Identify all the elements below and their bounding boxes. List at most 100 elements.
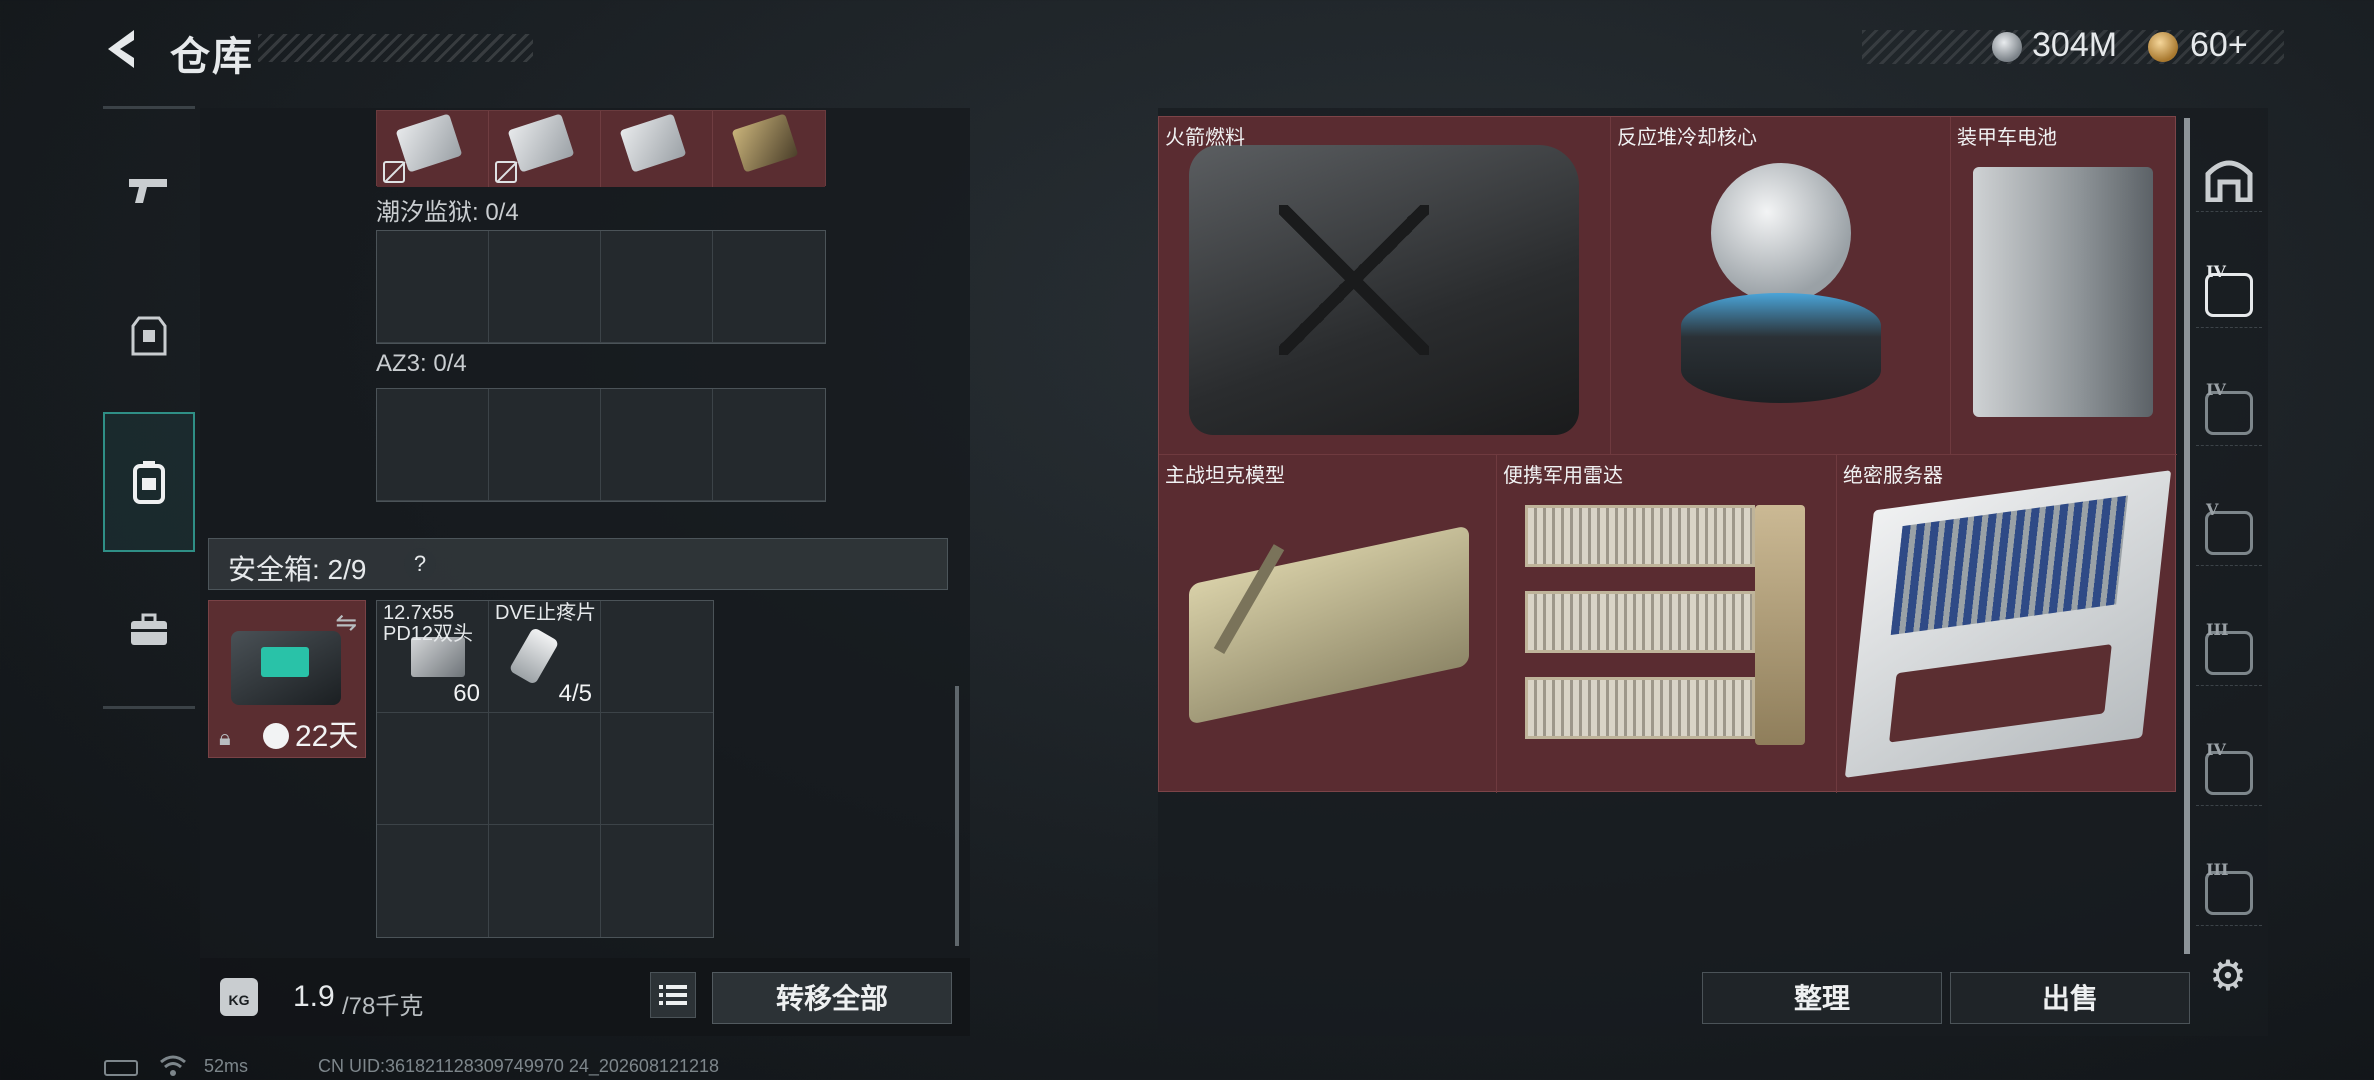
stash-tab-iv-folder[interactable]: IV [2196, 740, 2262, 806]
empty-slot[interactable] [377, 389, 489, 501]
keycard-icon [507, 113, 575, 173]
keycard-icon [731, 113, 799, 173]
stash-item-rocket-fuel[interactable]: 火箭燃料 [1159, 117, 1611, 455]
nav-weapons[interactable] [103, 144, 195, 236]
item-name: 装甲车电池 [1957, 127, 2057, 149]
section-label-az3: AZ3: 0/4 [376, 350, 467, 377]
stash-tab-iv-cash[interactable]: IV [2196, 262, 2262, 328]
keycard-icon [619, 113, 687, 173]
empty-slot[interactable] [601, 713, 713, 825]
nav-backpack[interactable] [103, 412, 195, 552]
sell-button[interactable]: 出售 [1950, 972, 2190, 1024]
stash-item-reactor-core[interactable]: 反应堆冷却核心 [1611, 117, 1951, 455]
clock-icon [263, 723, 289, 749]
keycard-slot[interactable] [377, 111, 489, 187]
empty-slot[interactable] [489, 389, 601, 501]
empty-slot[interactable] [601, 825, 713, 937]
stash-tab-v-cash[interactable]: V [2196, 500, 2262, 566]
nav-divider [103, 106, 195, 109]
back-icon[interactable] [98, 24, 148, 74]
empty-slot[interactable] [601, 231, 713, 343]
transfer-all-button[interactable]: 转移全部 [712, 972, 952, 1024]
sort-button[interactable]: 整理 [1702, 972, 1942, 1024]
stash-tab-iii-case[interactable]: III [2196, 620, 2262, 686]
tank-model-image [1179, 495, 1479, 745]
item-count: 60 [453, 680, 480, 707]
fuel-can-image [1189, 145, 1579, 435]
empty-slot[interactable] [489, 231, 601, 343]
stash-item-armored-battery[interactable]: 装甲车电池 [1951, 117, 2177, 455]
weight-current: 1.9 [293, 980, 335, 1013]
stash-tab-home[interactable] [2196, 146, 2262, 212]
battery-image [1973, 167, 2153, 417]
nav-armor[interactable] [103, 290, 195, 382]
backpack-item-row [376, 110, 826, 187]
painkiller-icon [508, 626, 560, 686]
item-name: 主战坦克模型 [1165, 465, 1285, 487]
item-name: 绝密服务器 [1843, 465, 1943, 487]
case-icon: III [2205, 620, 2253, 675]
stash-grid: 火箭燃料 反应堆冷却核心 装甲车电池 主战坦克模型 便携军用雷达 绝密服务器 [1158, 116, 2177, 793]
slot-grid-chaoxi [376, 230, 826, 344]
stash-tab-iii-folder[interactable]: III [2196, 860, 2262, 926]
keycard-slot[interactable] [489, 111, 601, 187]
item-name: 便携军用雷达 [1503, 465, 1623, 487]
stash-tab-iv-medical[interactable]: IV [2196, 380, 2262, 446]
wifi-icon [160, 1054, 186, 1076]
item-name: 12.7x55 PD12双头 [383, 602, 474, 645]
gear-icon[interactable]: ⚙ [2206, 954, 2250, 998]
medkit-icon: IV [2205, 380, 2253, 435]
gold-currency-value[interactable]: 60+ [2190, 26, 2248, 65]
safe-box-grid: 12.7x55 PD12双头 60 DVE止疼片 4/5 [376, 600, 714, 938]
empty-slot[interactable] [377, 713, 489, 825]
ammo-item[interactable]: 12.7x55 PD12双头 60 [377, 601, 489, 713]
gun-icon [129, 179, 167, 203]
item-count: 4/5 [558, 680, 592, 707]
swap-icon[interactable]: ⇋ [335, 607, 357, 638]
no-drop-icon [495, 161, 517, 183]
empty-slot[interactable] [601, 389, 713, 501]
safe-box-remaining-time: 22天 [295, 720, 359, 753]
empty-slot[interactable] [377, 231, 489, 343]
empty-slot[interactable] [713, 231, 825, 343]
battery-icon [104, 1060, 138, 1076]
ping-readout: 52ms [204, 1056, 249, 1076]
cash-icon: V [2205, 500, 2253, 555]
safe-box-image [231, 631, 341, 705]
title-decoration [258, 34, 533, 62]
weight-icon: KG [220, 978, 258, 1016]
reactor-core-image [1681, 153, 1881, 413]
keycard-icon [395, 113, 463, 173]
empty-slot[interactable] [713, 389, 825, 501]
weight-max: /78千克 [342, 993, 424, 1020]
empty-slot[interactable] [377, 825, 489, 937]
radar-image [1525, 495, 1815, 755]
stash-item-tank-model[interactable]: 主战坦克模型 [1159, 455, 1497, 793]
safe-box-label: 安全箱: 2/9 [228, 554, 367, 585]
empty-slot[interactable] [489, 825, 601, 937]
keycard-slot[interactable] [601, 111, 713, 187]
safe-box-container[interactable]: ⇋ 🔒︎ 22天 [208, 600, 366, 758]
help-icon[interactable]: ? [404, 548, 436, 580]
lock-icon: 🔒︎ [219, 725, 231, 750]
no-drop-icon [383, 161, 405, 183]
folder-icon: IV [2205, 740, 2253, 795]
stash-item-secret-server[interactable]: 绝密服务器 [1837, 455, 2177, 793]
stash-scrollbar[interactable] [2184, 118, 2190, 954]
item-name: 火箭燃料 [1165, 127, 1245, 149]
keycard-slot[interactable] [713, 111, 825, 187]
server-image [1844, 470, 2172, 778]
painkiller-item[interactable]: DVE止疼片 4/5 [489, 601, 601, 713]
list-view-button[interactable] [650, 972, 696, 1018]
gold-coin-icon [2148, 32, 2178, 62]
home-vault-icon [2205, 160, 2253, 202]
empty-slot[interactable] [489, 713, 601, 825]
backpack-scrollbar[interactable] [955, 686, 959, 946]
item-name: 反应堆冷却核心 [1617, 127, 1757, 149]
uid-text: CN UID:361821128309749970 24_20260812121… [318, 1056, 720, 1076]
silver-coin-icon [1992, 32, 2022, 62]
empty-slot[interactable] [601, 601, 713, 713]
nav-storage-case[interactable] [103, 584, 195, 676]
armor-vest-icon [131, 316, 167, 356]
stash-item-military-radar[interactable]: 便携军用雷达 [1497, 455, 1837, 793]
